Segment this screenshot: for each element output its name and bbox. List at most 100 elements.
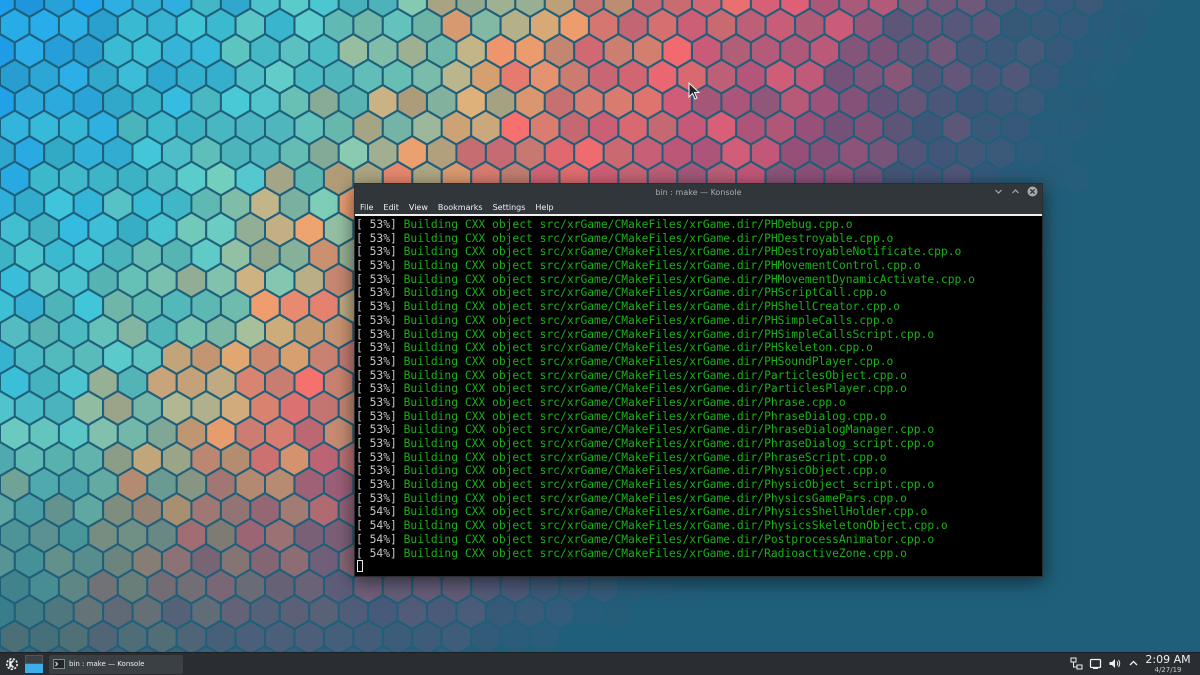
build-message: Building CXX object src/xrGame/CMakeFile… [396, 272, 975, 286]
build-message: Building CXX object src/xrGame/CMakeFile… [396, 231, 894, 245]
build-progress-percent: [ 53%] [356, 382, 397, 396]
window-titlebar[interactable]: bin : make — Konsole [355, 184, 1042, 200]
build-progress-percent: [ 53%] [356, 245, 397, 259]
build-message: Building CXX object src/xrGame/CMakeFile… [396, 437, 935, 450]
build-message: Building CXX object src/xrGame/CMakeFile… [396, 259, 921, 273]
build-message: Building CXX object src/xrGame/CMakeFile… [396, 300, 901, 314]
terminal-line: [ 53%] Building CXX object src/xrGame/CM… [356, 492, 1042, 506]
build-progress-percent: [ 53%] [356, 259, 397, 273]
build-message: Building CXX object src/xrGame/CMakeFile… [396, 395, 846, 409]
build-progress-percent: [ 53%] [356, 231, 397, 245]
build-message: Building CXX object src/xrGame/CMakeFile… [396, 532, 935, 546]
build-message: Building CXX object src/xrGame/CMakeFile… [396, 505, 928, 519]
menu-settings[interactable]: Settings [493, 203, 526, 212]
terminal-line: [ 53%] Building CXX object src/xrGame/CM… [356, 369, 1042, 383]
build-message: Building CXX object src/xrGame/CMakeFile… [396, 546, 907, 560]
build-progress-percent: [ 53%] [356, 437, 397, 450]
terminal-line: [ 53%] Building CXX object src/xrGame/CM… [356, 437, 1042, 451]
system-tray [1070, 657, 1140, 670]
terminal-line: [ 53%] Building CXX object src/xrGame/CM… [356, 382, 1042, 396]
taskbar-panel: bin : make — Konsole 2:09 AM 4/27/19 [0, 652, 1200, 675]
digital-clock[interactable]: 2:09 AM 4/27/19 [1142, 653, 1194, 675]
terminal-output[interactable]: [ 53%] Building CXX object src/xrGame/CM… [355, 217, 1042, 576]
device-notifier-icon[interactable] [1089, 657, 1102, 670]
terminal-line: [ 53%] Building CXX object src/xrGame/CM… [356, 232, 1042, 246]
build-progress-percent: [ 53%] [356, 395, 397, 409]
menu-view[interactable]: View [409, 203, 428, 212]
network-icon[interactable] [1070, 657, 1083, 670]
menu-edit[interactable]: Edit [383, 203, 399, 212]
terminal-line: [ 53%] Building CXX object src/xrGame/CM… [356, 464, 1042, 478]
minimize-icon[interactable] [993, 186, 1004, 197]
text-cursor [357, 560, 363, 573]
build-progress-percent: [ 53%] [356, 218, 397, 231]
terminal-line: [ 53%] Building CXX object src/xrGame/CM… [356, 410, 1042, 424]
terminal-line: [ 54%] Building CXX object src/xrGame/CM… [356, 533, 1042, 547]
terminal-line: [ 53%] Building CXX object src/xrGame/CM… [356, 341, 1042, 355]
terminal-line: [ 53%] Building CXX object src/xrGame/CM… [356, 396, 1042, 410]
build-message: Building CXX object src/xrGame/CMakeFile… [396, 423, 935, 437]
konsole-window[interactable]: bin : make — Konsole File Edit View Book… [354, 183, 1043, 577]
terminal-line: [ 53%] Building CXX object src/xrGame/CM… [356, 478, 1042, 492]
terminal-line: [ 53%] Building CXX object src/xrGame/CM… [356, 300, 1042, 314]
kde-logo-icon[interactable] [2, 654, 22, 674]
build-message: Building CXX object src/xrGame/CMakeFile… [396, 464, 887, 478]
expand-tray-icon[interactable] [1127, 657, 1140, 670]
terminal-line: [ 53%] Building CXX object src/xrGame/CM… [356, 314, 1042, 328]
pager-desktop-1[interactable] [25, 655, 43, 664]
window-title: bin : make — Konsole [655, 187, 742, 197]
clock-date: 4/27/19 [1154, 666, 1182, 674]
close-icon[interactable] [1027, 186, 1038, 197]
virtual-desktop-pager[interactable] [25, 655, 43, 673]
clock-time: 2:09 AM [1145, 653, 1191, 666]
terminal-line: [ 54%] Building CXX object src/xrGame/CM… [356, 547, 1042, 561]
build-progress-percent: [ 53%] [356, 464, 397, 478]
build-progress-percent: [ 53%] [356, 341, 397, 355]
build-message: Building CXX object src/xrGame/CMakeFile… [396, 409, 887, 423]
build-message: Building CXX object src/xrGame/CMakeFile… [396, 245, 962, 259]
build-progress-percent: [ 53%] [356, 300, 397, 314]
build-progress-percent: [ 53%] [356, 450, 397, 464]
taskbar-item-label: bin : make — Konsole [69, 660, 145, 668]
build-message: Building CXX object src/xrGame/CMakeFile… [396, 450, 887, 464]
menu-file[interactable]: File [360, 203, 373, 212]
build-progress-percent: [ 54%] [356, 505, 397, 519]
build-progress-percent: [ 53%] [356, 423, 397, 437]
build-message: Building CXX object src/xrGame/CMakeFile… [396, 368, 907, 382]
terminal-line: [ 53%] Building CXX object src/xrGame/CM… [356, 259, 1042, 273]
menu-help[interactable]: Help [535, 203, 553, 212]
terminal-line: [ 54%] Building CXX object src/xrGame/CM… [356, 519, 1042, 533]
maximize-icon[interactable] [1010, 186, 1021, 197]
menu-bookmarks[interactable]: Bookmarks [438, 203, 483, 212]
build-message: Building CXX object src/xrGame/CMakeFile… [396, 478, 935, 492]
terminal-line: [ 53%] Building CXX object src/xrGame/CM… [356, 273, 1042, 287]
build-message: Building CXX object src/xrGame/CMakeFile… [396, 354, 894, 368]
build-progress-percent: [ 53%] [356, 327, 397, 341]
terminal-icon [53, 659, 65, 669]
terminal-line: [ 53%] Building CXX object src/xrGame/CM… [356, 245, 1042, 259]
build-progress-percent: [ 53%] [356, 354, 397, 368]
terminal-line: [ 53%] Building CXX object src/xrGame/CM… [356, 218, 1042, 232]
build-progress-percent: [ 53%] [356, 286, 397, 300]
build-progress-percent: [ 54%] [356, 532, 397, 546]
terminal-line: [ 53%] Building CXX object src/xrGame/CM… [356, 451, 1042, 465]
build-message: Building CXX object src/xrGame/CMakeFile… [396, 491, 907, 505]
build-message: Building CXX object src/xrGame/CMakeFile… [396, 313, 894, 327]
menu-bar: File Edit View Bookmarks Settings Help [355, 200, 1042, 216]
build-progress-percent: [ 53%] [356, 272, 397, 286]
terminal-line: [ 53%] Building CXX object src/xrGame/CM… [356, 423, 1042, 437]
build-progress-percent: [ 53%] [356, 491, 397, 505]
terminal-line: [ 53%] Building CXX object src/xrGame/CM… [356, 328, 1042, 342]
build-progress-percent: [ 54%] [356, 519, 397, 533]
pager-desktop-2[interactable] [25, 664, 43, 673]
terminal-line: [ 53%] Building CXX object src/xrGame/CM… [356, 286, 1042, 300]
volume-icon[interactable] [1108, 657, 1121, 670]
build-progress-percent: [ 53%] [356, 478, 397, 492]
build-message: Building CXX object src/xrGame/CMakeFile… [396, 286, 887, 300]
build-message: Building CXX object src/xrGame/CMakeFile… [396, 218, 853, 231]
terminal-prompt-line [356, 560, 1042, 574]
mouse-pointer-icon [688, 82, 700, 100]
build-message: Building CXX object src/xrGame/CMakeFile… [396, 382, 907, 396]
build-progress-percent: [ 53%] [356, 409, 397, 423]
taskbar-item-konsole[interactable]: bin : make — Konsole [49, 654, 183, 674]
